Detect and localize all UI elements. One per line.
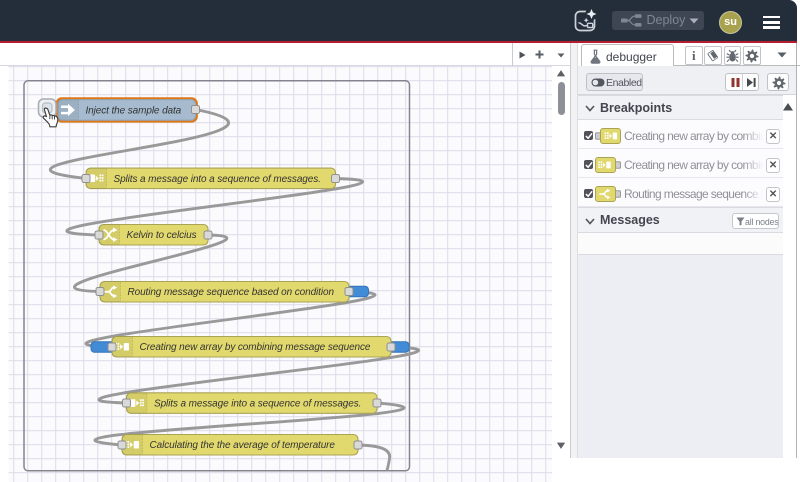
svg-text:Splits a message into a sequen: Splits a message into a sequence of mess… (154, 398, 361, 409)
svg-text:Inject the sample data: Inject the sample data (86, 105, 182, 116)
svg-text:Splits a message into a sequen: Splits a message into a sequence of mess… (114, 173, 321, 184)
svg-text:Creating new array by combinin: Creating new array by combining message … (140, 342, 371, 353)
svg-text:Routing message sequence based: Routing message sequence based on condit… (128, 287, 335, 298)
svg-text:Kelvin to celcius: Kelvin to celcius (127, 230, 197, 241)
svg-text:Calculating the the average of: Calculating the the average of temperatu… (150, 440, 336, 451)
